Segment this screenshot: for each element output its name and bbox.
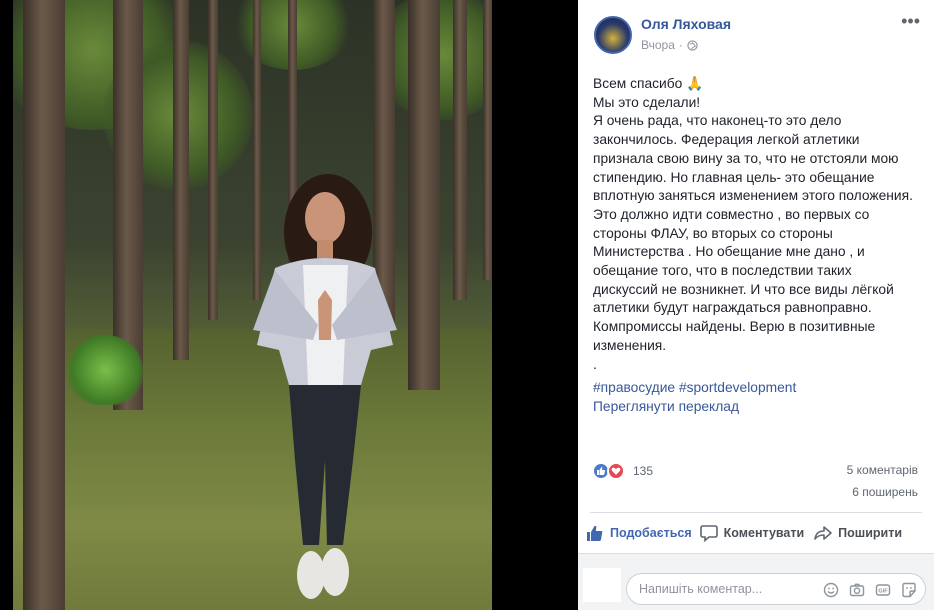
post-actions: Подобається Коментувати Поширити [583,517,929,549]
globe-icon[interactable] [687,39,698,51]
more-icon[interactable]: ••• [901,12,920,30]
post-text-line: Я очень рада, что наконец-то это дело [593,113,842,129]
post-time[interactable]: Вчора [641,38,675,52]
comments-count[interactable]: 5 коментарів [847,463,918,477]
post-text: Всем спасибо 🙏 Мы это сделали! Я очень р… [593,75,923,393]
post-text-line: стороны ФЛАУ, во вторых со стороны [593,225,833,241]
viewer-avatar [583,568,621,602]
post-text-line: Мы это сделали! [593,94,701,110]
love-reaction-icon [607,462,625,480]
post-text-line: атлетики будут награждаться равноправно. [593,300,872,316]
see-translation-link[interactable]: Переглянути переклад [593,399,739,414]
hashtags-link[interactable]: #правосудие #sportdevelopment [593,380,796,395]
left-backdrop [0,0,13,610]
post-text-line: . [593,356,597,372]
shares-count[interactable]: 6 поширень [852,485,918,499]
author-avatar[interactable] [594,16,632,54]
dot-separator: · [678,38,683,52]
thumbs-up-icon [587,525,603,541]
post-text-line: Всем спасибо 🙏 [593,76,704,91]
divider [590,512,922,513]
comment-bubble-icon [699,525,718,542]
post-photo[interactable] [13,0,492,610]
comment-placeholder: Напишіть коментар... [639,582,763,596]
reactions-summary[interactable]: 135 [592,462,653,480]
gif-icon[interactable]: GIF [874,581,891,598]
post-text-line: изменения. [593,337,667,353]
comment-button[interactable]: Коментувати [699,517,805,549]
emoji-icon[interactable] [822,581,839,598]
comment-label: Коментувати [723,526,805,540]
post-text-line: обещание того, что в последствии таких [593,263,852,279]
post-text-line: дискуссий не возникнет. И что все виды л… [593,281,894,297]
share-button[interactable]: Поширити [814,517,902,549]
comment-composer: Напишіть коментар... GIF [578,554,934,610]
post-text-line: Министерства . Но обещание мне дано , и [593,244,865,260]
post-panel: Оля Ляховая Вчора · ••• Всем спасибо 🙏 М… [578,0,934,610]
post-text-line: стипендию. Но главная цель- это обещание [593,169,875,185]
post-text-line: Компромиссы найдены. Верю в позитивные [593,319,876,335]
like-label: Подобається [610,526,692,540]
post-text-line: Это должно идти совместно , во первых со [593,206,870,222]
post-text-line: закончилось. Федерация легкой атлетики [593,132,860,148]
right-backdrop [492,0,578,610]
like-button[interactable]: Подобається [586,517,692,549]
post-text-line: признала свою вину за то, что не отстоял… [593,150,899,166]
reactions-count: 135 [633,464,654,478]
comment-tools: GIF [822,581,917,598]
post-text-line: вплотную заняться изменением этого полож… [593,188,913,204]
woman-praying [253,174,397,599]
post-meta: Вчора · [641,38,698,52]
svg-text:GIF: GIF [878,588,888,594]
sticker-icon[interactable] [900,581,917,598]
camera-icon[interactable] [848,581,865,598]
comment-input[interactable]: Напишіть коментар... GIF [626,573,926,605]
author-name[interactable]: Оля Ляховая [641,16,731,32]
share-arrow-icon [814,526,832,540]
share-label: Поширити [838,526,903,540]
